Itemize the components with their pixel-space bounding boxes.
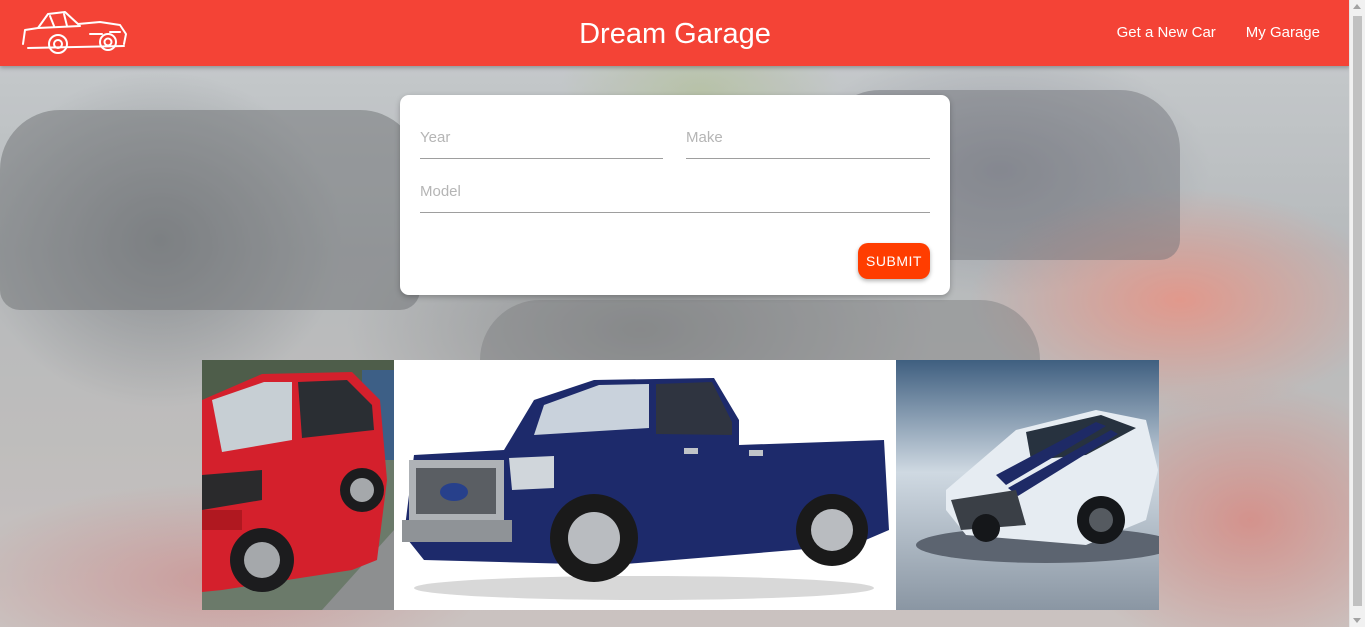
add-car-form-card: SUBMIT	[400, 95, 950, 295]
make-input[interactable]	[686, 129, 930, 159]
blue-pickup-truck-photo	[394, 360, 896, 610]
scroll-down-arrow-icon[interactable]	[1353, 618, 1361, 623]
scroll-up-arrow-icon[interactable]	[1353, 4, 1361, 9]
page-scrollbar[interactable]	[1349, 0, 1365, 627]
navbar: Dream Garage Get a New Car My Garage	[0, 0, 1350, 66]
nav-link-my-garage[interactable]: My Garage	[1246, 22, 1320, 44]
car-gallery	[202, 360, 1159, 610]
model-input[interactable]	[420, 183, 930, 213]
red-suv-photo	[202, 360, 394, 610]
scroll-thumb[interactable]	[1353, 16, 1362, 606]
white-mustang-photo	[896, 360, 1159, 610]
nav-link-get-new-car[interactable]: Get a New Car	[1117, 22, 1216, 44]
year-input[interactable]	[420, 129, 663, 159]
nav-links: Get a New Car My Garage	[1117, 22, 1320, 44]
submit-button[interactable]: SUBMIT	[858, 243, 930, 279]
